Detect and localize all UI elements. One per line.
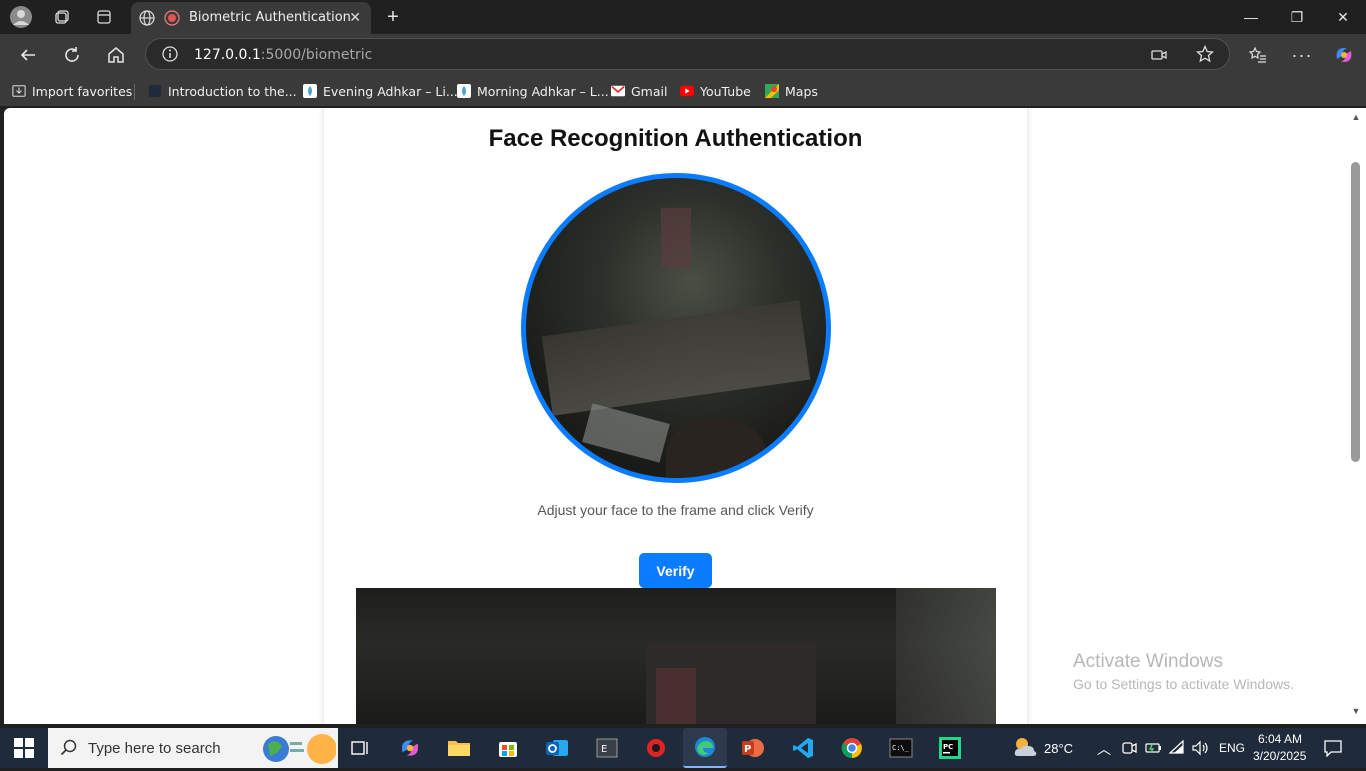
- bookmark-maps[interactable]: Maps: [765, 82, 818, 100]
- more-menu-icon[interactable]: ···: [1290, 43, 1314, 67]
- copilot-app-icon[interactable]: [395, 733, 425, 763]
- scroll-up-icon[interactable]: ▲: [1350, 112, 1362, 122]
- windows-taskbar: Type here to search E P C:\_ PC 28°C ︿ E…: [0, 728, 1366, 768]
- clock-date[interactable]: 3/20/2025: [1253, 749, 1306, 763]
- svg-text:C:\_: C:\_: [892, 744, 910, 752]
- minimize-icon[interactable]: —: [1228, 4, 1274, 30]
- taskbar-search-box[interactable]: Type here to search: [48, 728, 338, 768]
- drop-icon: [303, 84, 317, 98]
- page-viewport: Face Recognition Authentication Adjust y…: [4, 108, 1348, 724]
- weather-icon[interactable]: [1012, 736, 1038, 763]
- bookmark-gmail[interactable]: Gmail: [611, 82, 667, 100]
- powerpoint-icon[interactable]: P: [738, 733, 768, 763]
- maps-icon: [765, 84, 779, 98]
- clock-time[interactable]: 6:04 AM: [1258, 732, 1302, 746]
- video-frame-detail: [896, 588, 996, 724]
- chrome-icon[interactable]: [837, 733, 867, 763]
- notifications-icon[interactable]: [1323, 739, 1343, 762]
- recording-indicator-icon: [164, 10, 180, 31]
- favorites-bar: Import favorites Introduction to the... …: [0, 76, 1366, 106]
- tab-title: Biometric Authentication: [189, 10, 351, 25]
- task-view-icon[interactable]: [345, 733, 375, 763]
- close-tab-icon[interactable]: ✕: [349, 9, 361, 26]
- bookmark-import-favorites[interactable]: Import favorites: [12, 82, 132, 100]
- favorite-star-icon[interactable]: [1195, 44, 1215, 68]
- show-hidden-icons-icon[interactable]: ︿: [1097, 739, 1111, 759]
- volume-icon[interactable]: [1192, 740, 1210, 761]
- scroll-down-icon[interactable]: ▼: [1350, 706, 1362, 716]
- close-window-icon[interactable]: ✕: [1320, 4, 1366, 30]
- site-info-icon[interactable]: [162, 46, 178, 67]
- camera-frame-detail: [661, 208, 691, 268]
- youtube-icon: [680, 84, 694, 98]
- profile-avatar-icon[interactable]: [10, 6, 32, 28]
- browser-toolbar: 127.0.0.1:5000/biometric ···: [0, 34, 1366, 76]
- import-icon: [12, 84, 26, 98]
- page-icon: [148, 84, 162, 98]
- activation-watermark-subtitle: Go to Settings to activate Windows.: [1073, 676, 1294, 692]
- language-indicator[interactable]: ENG: [1219, 741, 1245, 755]
- search-placeholder: Type here to search: [88, 740, 221, 757]
- file-explorer-icon[interactable]: [444, 733, 474, 763]
- workspaces-icon[interactable]: [51, 6, 73, 28]
- tab-actions-icon[interactable]: [93, 6, 115, 28]
- camera-frame-detail: [541, 300, 811, 416]
- outlook-icon[interactable]: [542, 733, 572, 763]
- search-highlight-icon: [260, 732, 337, 771]
- gmail-icon: [611, 84, 625, 98]
- bookmark-evening-adhkar[interactable]: Evening Adhkar – Li...: [303, 82, 458, 100]
- terminal-e-icon[interactable]: E: [592, 733, 622, 763]
- copilot-icon[interactable]: [1332, 43, 1356, 67]
- bookmark-introduction[interactable]: Introduction to the...: [148, 82, 297, 100]
- battery-icon[interactable]: [1145, 740, 1163, 761]
- video-frame-detail: [656, 668, 696, 724]
- new-tab-icon[interactable]: +: [382, 6, 404, 28]
- edge-browser-icon[interactable]: [683, 728, 727, 768]
- verify-button[interactable]: Verify: [639, 553, 712, 588]
- camera-preview-circle: [521, 173, 831, 483]
- vscode-icon[interactable]: [788, 733, 818, 763]
- home-icon[interactable]: [104, 43, 128, 67]
- command-prompt-icon[interactable]: C:\_: [886, 733, 916, 763]
- bookmark-morning-adhkar[interactable]: Morning Adhkar – L...: [457, 82, 609, 100]
- browser-tab-bar: Biometric Authentication ✕ + — ❐ ✕: [0, 0, 1366, 34]
- restore-icon[interactable]: ❐: [1274, 4, 1320, 30]
- back-arrow-icon[interactable]: [16, 43, 40, 67]
- wifi-icon[interactable]: [1168, 739, 1187, 761]
- globe-icon: [139, 10, 155, 31]
- svg-text:P: P: [744, 744, 751, 755]
- camera-tray-icon[interactable]: [1121, 740, 1137, 761]
- record-app-icon[interactable]: [641, 733, 671, 763]
- bookmark-separator: [134, 84, 135, 100]
- svg-text:PC: PC: [943, 743, 953, 751]
- search-icon: [60, 739, 78, 762]
- instruction-text: Adjust your face to the frame and click …: [537, 502, 814, 518]
- tab-biometric-authentication[interactable]: Biometric Authentication ✕: [131, 2, 371, 34]
- svg-text:E: E: [601, 744, 607, 755]
- url-text: 127.0.0.1:5000/biometric: [194, 47, 373, 63]
- refresh-icon[interactable]: [60, 43, 84, 67]
- camera-in-use-icon[interactable]: [1151, 47, 1167, 68]
- address-bar[interactable]: 127.0.0.1:5000/biometric: [145, 38, 1230, 70]
- scrollbar-thumb[interactable]: [1351, 162, 1360, 462]
- live-video-feed: [356, 588, 996, 724]
- bookmark-youtube[interactable]: YouTube: [680, 82, 751, 100]
- pycharm-icon[interactable]: PC: [935, 733, 965, 763]
- microsoft-store-icon[interactable]: [493, 733, 523, 763]
- windows-start-icon[interactable]: [14, 738, 34, 758]
- favorites-list-icon[interactable]: [1246, 43, 1270, 67]
- weather-temperature: 28°C: [1044, 741, 1074, 756]
- camera-frame-detail: [582, 403, 670, 463]
- activation-watermark-title: Activate Windows: [1073, 651, 1223, 672]
- page-title: Face Recognition Authentication: [488, 125, 863, 152]
- camera-face-area: [666, 418, 766, 478]
- drop-icon: [457, 84, 471, 98]
